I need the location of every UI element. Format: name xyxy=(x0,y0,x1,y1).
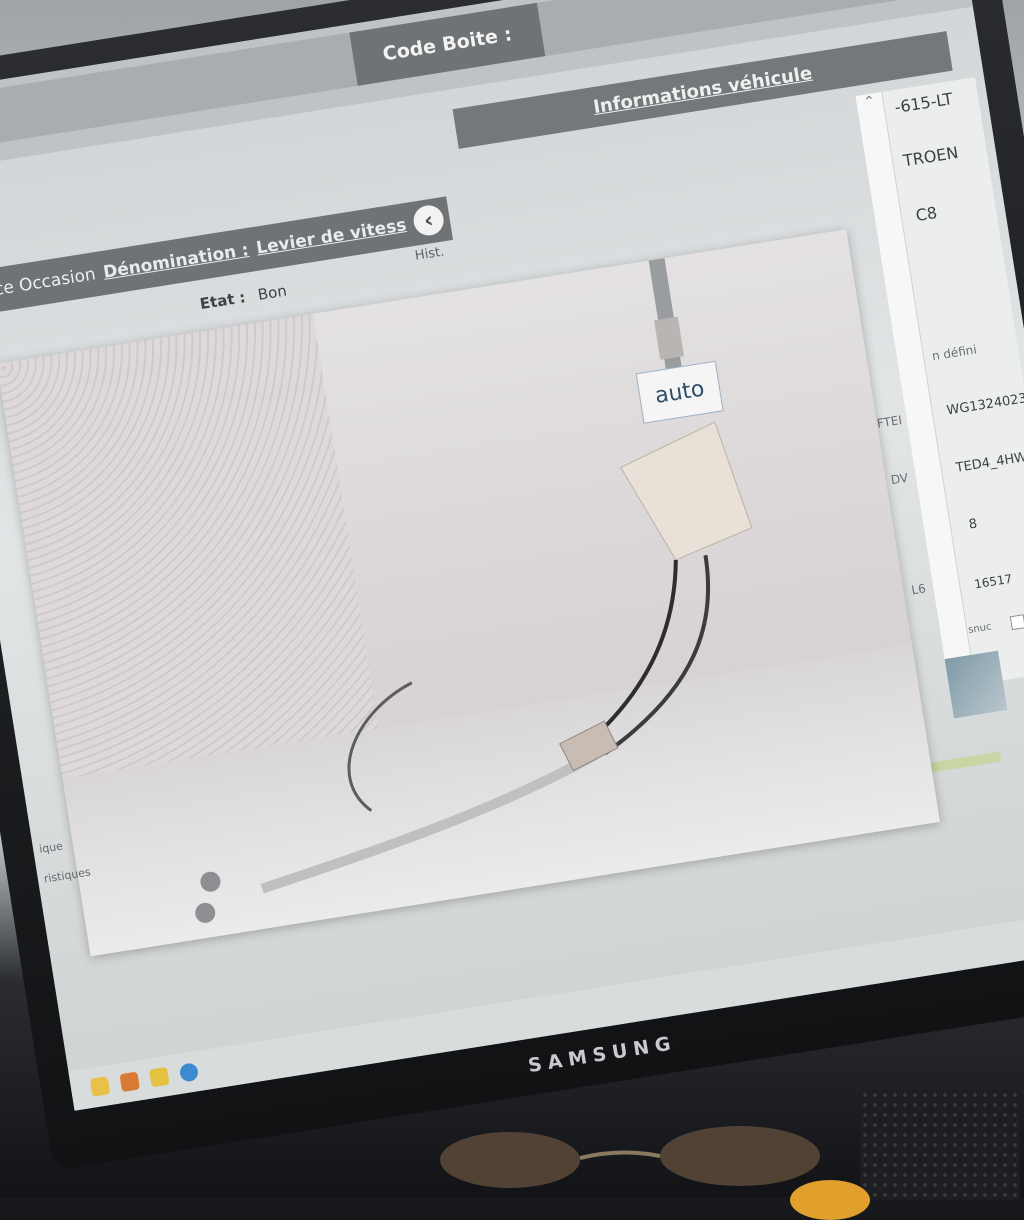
number-value: 16517 xyxy=(973,571,1014,592)
hist-label[interactable]: Hist. xyxy=(414,244,445,263)
glasses-bridge xyxy=(579,1150,661,1160)
cable-bracket xyxy=(559,720,619,772)
cable-end-1 xyxy=(200,871,221,892)
etat-value: Bon xyxy=(256,281,288,304)
make-value: TROEN xyxy=(901,142,960,171)
plate-value: -615-LT xyxy=(893,89,955,117)
denomination-label: Dénomination : xyxy=(101,240,251,283)
engine-label: DV xyxy=(889,470,910,488)
glasses-lens-left xyxy=(440,1132,580,1188)
cable-1 xyxy=(582,559,678,749)
part-photo[interactable]: auto xyxy=(0,229,941,957)
vehicle-checkbox[interactable] xyxy=(1009,614,1024,631)
orange-object xyxy=(790,1180,870,1220)
cable-end-2 xyxy=(195,902,216,923)
value-8: 8 xyxy=(967,516,979,533)
model-value: C8 xyxy=(914,202,939,226)
folder-icon[interactable] xyxy=(89,1076,111,1097)
photo-thumbnail[interactable] xyxy=(944,650,1008,719)
browser-icon[interactable] xyxy=(178,1062,200,1083)
screen: Code Boite : × Informations véhicule Pie… xyxy=(0,0,1024,1111)
side-label-1: ique xyxy=(38,839,64,856)
app-icon-2[interactable] xyxy=(149,1066,170,1088)
lever-housing xyxy=(619,421,753,561)
code1-label: FTEI xyxy=(875,412,903,431)
cable-loose xyxy=(347,681,413,812)
l6-label: L6 xyxy=(910,581,927,598)
monitor: Code Boite : × Informations véhicule Pie… xyxy=(0,0,1024,1171)
glasses-lens-right xyxy=(660,1126,820,1186)
engine-value: TED4_4HW xyxy=(954,449,1024,476)
code1-value: WG1324023 xyxy=(945,391,1024,419)
etat-label: Etat : xyxy=(198,288,247,314)
sunglasses xyxy=(440,1126,820,1188)
scroll-up-icon[interactable]: ⌃ xyxy=(855,92,883,112)
status-value: n défini xyxy=(931,342,978,364)
gear-lever-illustration: auto xyxy=(195,257,753,923)
cable-sheath xyxy=(260,750,598,894)
lever-knob xyxy=(654,316,685,360)
etat-row: Etat : Bon xyxy=(199,282,288,313)
piece-occasion-label: Piece Occasion xyxy=(0,264,98,305)
speaker-grille xyxy=(860,1090,1020,1200)
denomination-link[interactable]: Levier de vitess xyxy=(255,215,408,258)
app-icon[interactable] xyxy=(119,1071,141,1093)
back-icon[interactable]: ‹ xyxy=(411,203,446,238)
